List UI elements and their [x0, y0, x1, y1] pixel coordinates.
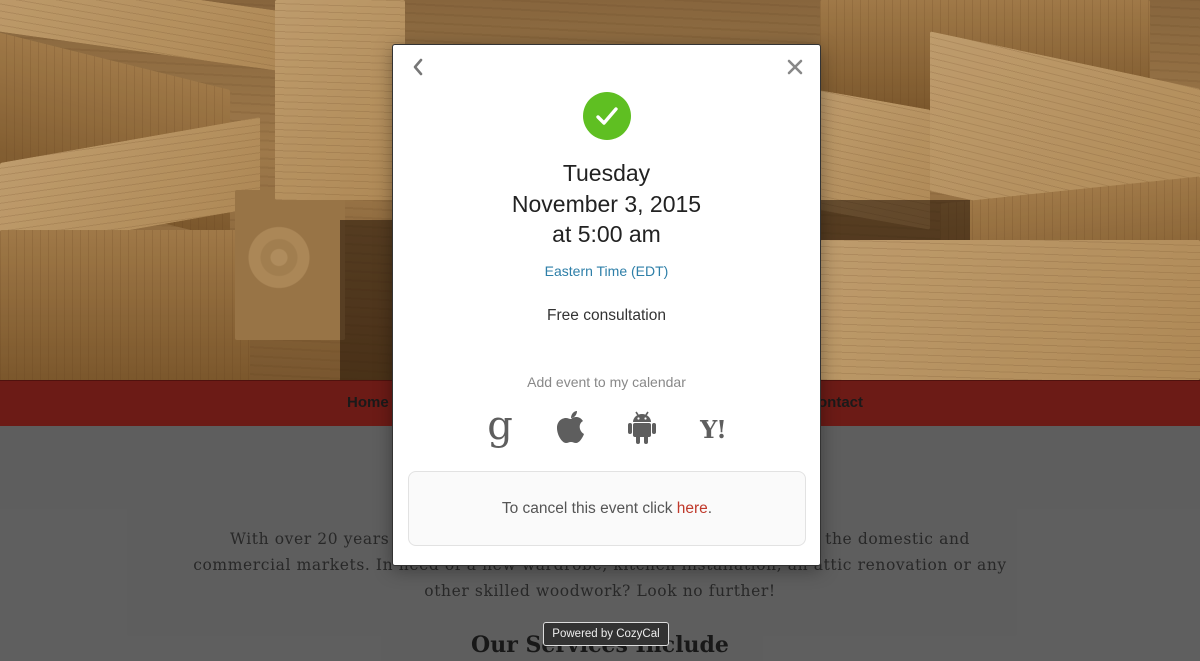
event-datetime: Tuesday November 3, 2015 at 5:00 am [393, 158, 820, 250]
google-icon: g [487, 403, 513, 449]
event-name: Free consultation [547, 307, 666, 324]
apple-icon [556, 410, 586, 449]
add-yahoo-calendar-button[interactable]: Y! [693, 407, 733, 451]
android-icon [626, 409, 658, 450]
chevron-left-icon [412, 58, 424, 81]
close-icon [787, 59, 803, 80]
back-button[interactable] [407, 57, 429, 81]
timezone-link[interactable]: Eastern Time (EDT) [393, 263, 820, 279]
add-google-calendar-button[interactable]: g [480, 403, 520, 451]
cancel-text-end: . [707, 499, 713, 517]
close-button[interactable] [784, 57, 806, 81]
powered-by-badge[interactable]: Powered by CozyCal [543, 622, 669, 646]
add-android-calendar-button[interactable] [622, 407, 662, 451]
event-weekday: Tuesday [562, 160, 651, 186]
check-circle-icon [583, 92, 631, 140]
event-time: at 5:00 am [552, 221, 661, 247]
cancel-text: To cancel this event click [501, 499, 673, 517]
cancel-event-link[interactable]: here [677, 500, 708, 518]
booking-confirmation-modal: Tuesday November 3, 2015 at 5:00 am East… [392, 44, 821, 566]
cancel-event-box: To cancel this event click here. [408, 471, 806, 546]
event-date: November 3, 2015 [511, 190, 702, 217]
add-to-calendar-label: Add event to my calendar [527, 374, 686, 390]
yahoo-icon: Y! [700, 414, 727, 444]
add-apple-calendar-button[interactable] [551, 407, 591, 451]
